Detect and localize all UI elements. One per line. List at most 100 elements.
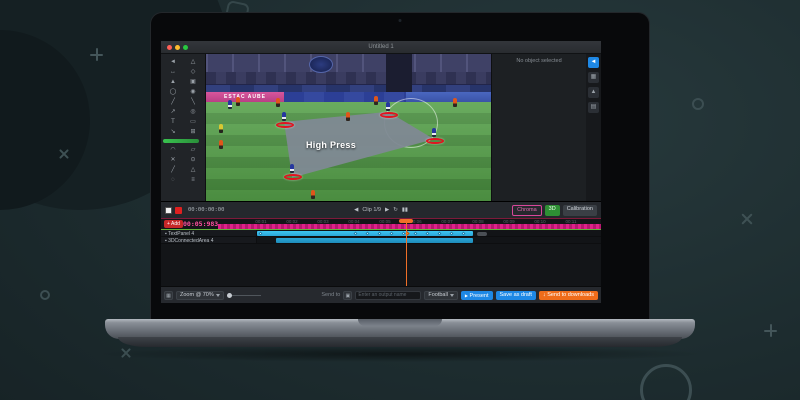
move-tool-icon[interactable]: ↔ xyxy=(163,67,183,77)
fill-color-swatch[interactable] xyxy=(165,207,172,214)
next-clip-button[interactable]: ▶ xyxy=(385,207,389,213)
led-boards: ESTAC AUBE xyxy=(206,92,491,102)
grid-tool-icon[interactable]: ⊞ xyxy=(183,127,203,137)
node-tool-icon[interactable]: ◇ xyxy=(183,67,203,77)
connect-tool-icon[interactable]: △ xyxy=(183,165,203,175)
3d-button[interactable]: 3D xyxy=(545,205,560,216)
decor-ring-icon xyxy=(692,98,704,110)
measure-tool-icon[interactable]: ╱ xyxy=(163,165,183,175)
sport-select[interactable]: Football xyxy=(424,291,458,300)
timeline[interactable]: 00:0100:0200:0300:0400:0500:0600:0700:08… xyxy=(161,218,601,286)
pause-button[interactable]: ▮▮ xyxy=(402,207,408,213)
current-timecode: 00:05:983 xyxy=(183,220,218,228)
blue-player xyxy=(228,100,232,109)
zoom-select-value: Zoom @ 70% xyxy=(180,292,214,298)
zoom-select[interactable]: Zoom @ 70% xyxy=(176,291,224,300)
slider-thumb[interactable] xyxy=(227,293,232,298)
blue-player xyxy=(282,112,286,121)
image-tool-icon[interactable]: ▣ xyxy=(183,77,203,87)
player-tool-icon[interactable]: ▲ xyxy=(163,77,183,87)
blue-player xyxy=(432,128,436,137)
decor-plus-icon xyxy=(764,324,777,337)
laptop-screen: Untitled 1 ◄△↔◇▲▣◯◉╱╲↗◎T▭↘⊞ ◠▱✕⊙╱△◌≡ EST… xyxy=(150,12,650,320)
window-titlebar: Untitled 1 xyxy=(161,41,601,54)
zoom-tool-icon[interactable]: ◉ xyxy=(183,87,203,97)
drawing-toolbar: ◄△↔◇▲▣◯◉╱╲↗◎T▭↘⊞ ◠▱✕⊙╱△◌≡ xyxy=(161,54,206,201)
erase-tool-icon[interactable]: ◌ xyxy=(163,175,183,185)
stadium-ad-ring xyxy=(206,84,491,92)
led-board-blue xyxy=(284,92,406,102)
timeline-zoom-slider[interactable] xyxy=(227,295,261,296)
blue-player xyxy=(290,164,294,173)
laptop-shadow xyxy=(95,346,705,362)
line-tool-icon[interactable]: ╲ xyxy=(183,97,203,107)
toolbar-top-group: ◄△↔◇▲▣◯◉╱╲↗◎T▭↘⊞ xyxy=(163,57,203,137)
send-to-downloads-button[interactable]: ↓ Send to downloads xyxy=(539,291,598,300)
orange-player xyxy=(311,190,315,199)
more-tool-icon[interactable]: ≡ xyxy=(183,175,203,185)
transport-bar: 00:00:00:00 ◀ Clip 1/9 ▶ ↻ ▮▮ Chroma3DCa… xyxy=(161,201,601,218)
layers-mode-button[interactable]: ▤ xyxy=(588,102,599,113)
toolbar-bottom-group: ◠▱✕⊙╱△◌≡ xyxy=(163,145,203,185)
orange-player xyxy=(276,98,280,107)
app-window: Untitled 1 ◄△↔◇▲▣◯◉╱╲↗◎T▭↘⊞ ◠▱✕⊙╱△◌≡ EST… xyxy=(161,41,601,303)
shape-tool-icon[interactable]: ▭ xyxy=(183,117,203,127)
players-mode-button[interactable]: ▲ xyxy=(588,87,599,98)
layout-grid-button[interactable]: ▦ xyxy=(164,291,173,300)
save-as-draft-button[interactable]: Save as draft xyxy=(496,291,536,300)
decor-plus-icon xyxy=(90,48,103,61)
clip-end-pill xyxy=(477,232,487,236)
cursor-tool-icon[interactable]: ◄ xyxy=(163,57,183,67)
sport-select-value: Football xyxy=(428,292,448,298)
link-tool-icon[interactable]: ↘ xyxy=(163,127,183,137)
window-title: Untitled 1 xyxy=(161,44,601,50)
playback-controls: ◀ Clip 1/9 ▶ ↻ ▮▮ xyxy=(354,207,408,213)
loop-button[interactable]: ↻ xyxy=(393,207,398,213)
objects-mode-button[interactable]: ▦ xyxy=(588,72,599,83)
orange-player xyxy=(236,97,240,106)
player-highlight-ring xyxy=(380,112,398,118)
circle-tool-icon[interactable]: ◯ xyxy=(163,87,183,97)
add-track-button[interactable]: + Add xyxy=(164,220,183,228)
player-highlight-ring xyxy=(284,174,302,180)
track-tool-icon[interactable]: ✕ xyxy=(163,155,183,165)
share-tool-icon[interactable]: △ xyxy=(183,57,203,67)
no-selection-text: No object selected xyxy=(492,58,586,64)
play-icon: ▶ xyxy=(465,293,468,298)
output-name-input[interactable] xyxy=(355,291,421,300)
send-toggle-checkbox[interactable]: ▣ xyxy=(343,291,352,300)
angle-tool-icon[interactable]: ◠ xyxy=(163,145,183,155)
magnet-tool-icon[interactable]: ⊙ xyxy=(183,155,203,165)
pencil-tool-icon[interactable]: ╱ xyxy=(163,97,183,107)
area-tool-icon[interactable]: ▱ xyxy=(183,145,203,155)
chevron-down-icon xyxy=(450,294,454,297)
pointer-mode-button[interactable]: ◄ xyxy=(588,57,599,68)
decor-ring-icon xyxy=(640,364,692,400)
orange-player xyxy=(453,98,457,107)
chroma-button[interactable]: Chroma xyxy=(512,205,542,216)
clip-bar[interactable] xyxy=(276,238,473,243)
webcam-dot xyxy=(399,19,402,22)
orange-player xyxy=(219,140,223,149)
player-highlight-ring xyxy=(276,122,294,128)
chevron-down-icon xyxy=(216,294,220,297)
previous-clip-button[interactable]: ◀ xyxy=(354,207,358,213)
calibration-button[interactable]: Calibration xyxy=(563,205,597,216)
bottom-bar: ▦ Zoom @ 70% Send to ▣ Football ▶ Presen… xyxy=(161,286,601,303)
spotlight-tool-icon[interactable]: ◎ xyxy=(183,107,203,117)
clip-counter: Clip 1/9 xyxy=(362,207,381,213)
arrow-tool-icon[interactable]: ↗ xyxy=(163,107,183,117)
annotation-label[interactable]: High Press xyxy=(306,140,356,150)
laptop-notch xyxy=(358,319,442,326)
video-viewport[interactable]: ESTAC AUBE High Press xyxy=(206,54,491,201)
stadium-tier xyxy=(206,72,491,84)
laptop-base xyxy=(105,319,695,339)
decor-x-icon xyxy=(740,212,754,226)
text-tool-icon[interactable]: T xyxy=(163,117,183,127)
toolbar-divider xyxy=(163,139,199,143)
transport-timecode: 00:00:00:00 xyxy=(188,207,224,213)
decor-x-icon xyxy=(58,148,70,160)
stroke-color-swatch[interactable] xyxy=(175,207,182,214)
player-highlight-ring xyxy=(426,138,444,144)
present-button[interactable]: ▶ Present xyxy=(461,291,493,300)
